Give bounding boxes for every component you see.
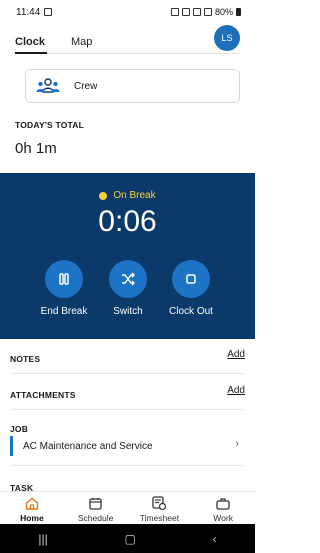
signal-icon (203, 8, 212, 16)
break-timer: 0:06 (98, 205, 157, 238)
break-panel: On Break 0:06 End Break Switch Clock Out (0, 173, 255, 339)
nav-schedule[interactable]: Schedule (64, 492, 128, 524)
pause-icon (45, 260, 83, 298)
chevron-right-icon: › (235, 438, 239, 450)
end-break-button[interactable]: End Break (29, 260, 99, 317)
nav-work[interactable]: Work (191, 492, 255, 524)
today-total-value: 0h 1m (15, 140, 57, 157)
system-nav-bar: ||| ▢ ‹ (0, 524, 255, 553)
nav-work-label: Work (213, 513, 233, 523)
stop-icon (172, 260, 210, 298)
recent-apps-icon[interactable]: ||| (38, 532, 47, 546)
job-title: JOB (10, 424, 29, 434)
crew-icon (36, 78, 60, 94)
battery-icon (236, 8, 241, 16)
add-attachment-link[interactable]: Add (227, 385, 245, 396)
switch-button[interactable]: Switch (93, 260, 163, 317)
job-selector[interactable]: AC Maintenance and Service › (10, 436, 245, 456)
battery-percent: 80% (214, 7, 233, 17)
timesheet-icon (128, 496, 192, 510)
nav-home[interactable]: Home (0, 492, 64, 524)
crew-button[interactable]: Crew (25, 69, 240, 103)
back-icon[interactable]: ‹ (213, 532, 217, 546)
home-button-icon[interactable]: ▢ (125, 532, 136, 546)
nav-timesheet[interactable]: Timesheet (128, 492, 192, 524)
wifi-icon (192, 8, 201, 16)
clock-out-button[interactable]: Clock Out (156, 260, 226, 317)
briefcase-icon (191, 496, 255, 510)
end-break-label: End Break (40, 306, 88, 317)
break-status-label: On Break (113, 190, 156, 201)
crew-label: Crew (74, 80, 98, 92)
break-status: On Break (0, 190, 255, 201)
attachments-section: ATTACHMENTS Add (10, 385, 245, 410)
top-tabs: Clock Map (15, 30, 240, 54)
mute-icon (181, 8, 190, 16)
add-note-link[interactable]: Add (227, 349, 245, 360)
status-time: 11:44 (16, 6, 41, 18)
task-section: TASK (10, 478, 245, 493)
nav-timesheet-label: Timesheet (139, 513, 180, 523)
tab-clock[interactable]: Clock (15, 30, 47, 54)
nav-schedule-label: Schedule (77, 513, 114, 523)
bottom-nav: Home Schedule Timesheet Work (0, 491, 255, 524)
notes-section: NOTES Add (10, 349, 245, 374)
status-dot-icon (99, 191, 108, 200)
notes-title: NOTES (10, 354, 41, 364)
alarm-icon (170, 8, 179, 16)
gallery-notification-icon (44, 8, 53, 16)
job-value: AC Maintenance and Service (23, 440, 153, 452)
avatar[interactable]: LS (214, 25, 240, 51)
switch-label: Switch (113, 306, 143, 317)
status-bar: 11:44 80% (0, 0, 255, 24)
attachments-title: ATTACHMENTS (10, 390, 76, 400)
home-icon (0, 496, 64, 510)
nav-home-label: Home (20, 513, 44, 523)
clock-out-label: Clock Out (169, 306, 213, 317)
calendar-icon (64, 496, 128, 510)
tab-map[interactable]: Map (71, 30, 92, 54)
status-right: 80% (170, 7, 241, 17)
shuffle-icon (109, 260, 147, 298)
today-total-label: TODAY'S TOTAL (15, 120, 85, 130)
status-left: 11:44 (16, 6, 53, 18)
